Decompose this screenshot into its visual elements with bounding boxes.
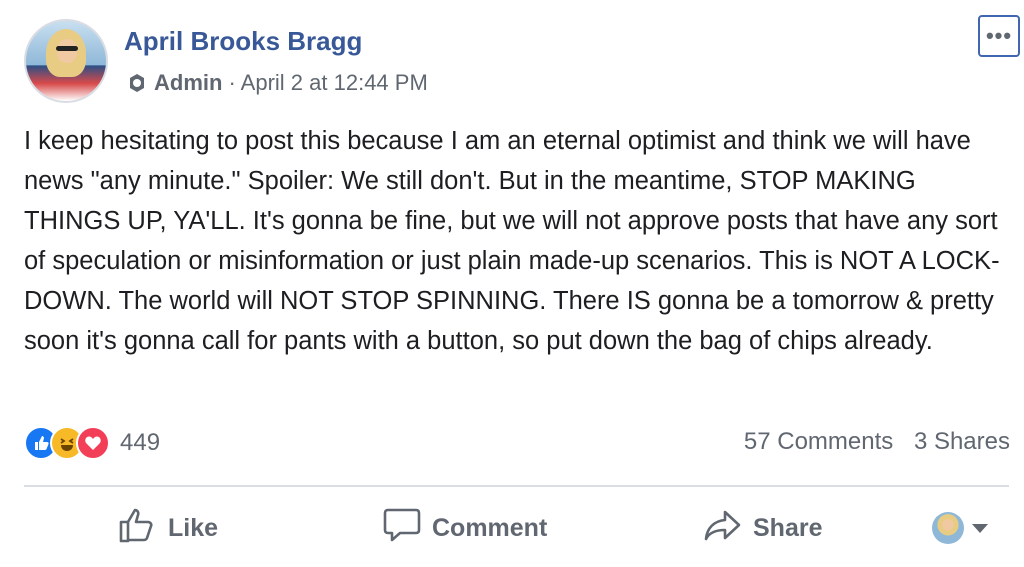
like-button-label: Like [168, 513, 219, 542]
thumbs-up-icon [118, 506, 158, 551]
action-divider [24, 485, 1009, 487]
post-options-button[interactable]: ••• [978, 15, 1020, 57]
post-timestamp[interactable]: · April 2 at 12:44 PM [228, 70, 427, 96]
comment-button-label: Comment [432, 513, 548, 542]
admin-badge-icon [126, 72, 148, 94]
react-as-selector[interactable] [932, 512, 988, 544]
comment-button[interactable]: Comment [382, 498, 547, 558]
engagement-counts: 57 Comments 3 Shares [744, 428, 1010, 456]
share-button-label: Share [753, 513, 823, 542]
love-reaction-icon [76, 426, 110, 460]
share-arrow-icon [703, 506, 743, 551]
post-body-text: I keep hesitating to post this because I… [24, 127, 1000, 355]
avatar-sunglasses [56, 46, 78, 51]
admin-role-label: Admin [154, 70, 223, 95]
author-avatar[interactable] [24, 19, 108, 103]
post-meta: Admin · April 2 at 12:44 PM [126, 70, 428, 96]
speech-bubble-icon [382, 506, 422, 551]
share-button[interactable]: Share [703, 498, 822, 558]
like-button[interactable]: Like [118, 498, 218, 558]
author-name-link[interactable]: April Brooks Bragg [124, 26, 362, 57]
user-avatar [932, 512, 964, 544]
comments-count-link[interactable]: 57 Comments [744, 428, 893, 455]
shares-count-link[interactable]: 3 Shares [914, 428, 1010, 455]
reactions-summary[interactable]: 449 [24, 424, 160, 462]
reaction-count: 449 [120, 429, 161, 456]
avatar-face [57, 39, 77, 63]
post-action-bar: Like Comment Share [24, 498, 1009, 558]
chevron-down-icon [972, 523, 988, 533]
